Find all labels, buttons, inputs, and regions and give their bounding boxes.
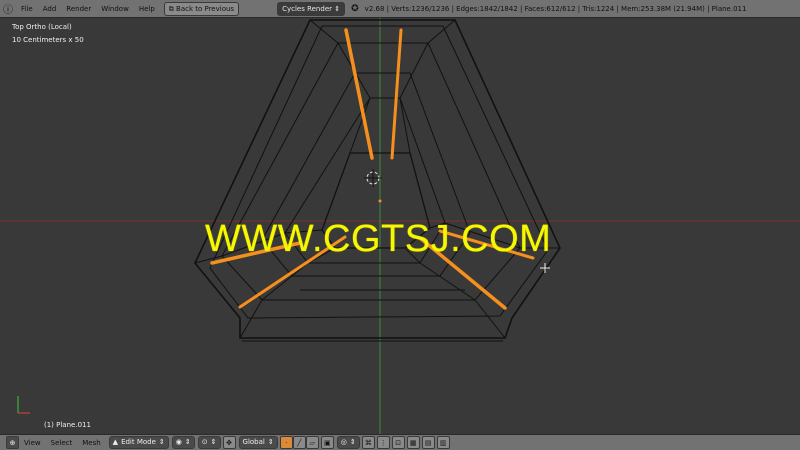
pivot-dropdown[interactable]: ⊙ ⇕ [197,436,221,449]
editor-type-icon[interactable]: ⓘ [0,0,16,18]
proportional-edit-dropdown[interactable]: ◎ ⇕ [336,436,360,449]
menu-help[interactable]: Help [134,5,160,13]
menu-select[interactable]: Select [46,439,78,447]
render-still-icon[interactable]: ▦ [406,436,420,449]
layers-icon[interactable]: ▥ [436,436,450,449]
render-engine-label: Cycles Render [282,4,333,13]
view-name: Top Ortho (Local) [12,23,72,31]
editor-type-icon[interactable]: ⊕ [6,436,19,449]
watermark-text: WWW.CGTSJ.COM [205,218,552,260]
shading-dropdown[interactable]: ◉ ⇕ [171,436,195,449]
scene-stats: v2.68 | Verts:1236/1236 | Edges:1842/184… [364,4,747,13]
pivot-icon: ⊙ [201,438,208,446]
back-to-previous-label: Back to Previous [176,4,235,13]
manipulator-toggle-icon[interactable]: ✥ [222,436,236,449]
back-arrow-icon: ⧉ [168,4,177,13]
menu-render[interactable]: Render [61,5,96,13]
grid-scale: 10 Centimeters x 50 [12,36,84,44]
mode-label: Edit Mode [121,438,156,446]
vertex-select-icon[interactable]: · [279,436,293,449]
3d-viewport[interactable]: Top Ortho (Local) 10 Centimeters x 50 WW… [0,18,800,434]
snap-target-icon[interactable]: ⊡ [391,436,405,449]
shading-icon: ◉ [175,438,182,446]
menu-file[interactable]: File [16,5,38,13]
blender-logo-icon: ✪ [351,3,359,14]
active-object-label: (1) Plane.011 [44,421,91,429]
face-select-icon[interactable]: ▱ [305,436,319,449]
edge-select-icon[interactable]: ╱ [292,436,306,449]
menu-window[interactable]: Window [96,5,134,13]
proportional-edit-icon: ◎ [340,438,347,446]
menu-mesh[interactable]: Mesh [77,439,105,447]
orientation-label: Global [242,438,265,446]
chevron-down-icon: ⇕ [267,438,274,446]
snap-toggle-icon[interactable]: ⌘ [361,436,375,449]
chevron-down-icon: ⇕ [334,4,341,13]
3d-view-header: ⊕ View Select Mesh ▲ Edit Mode ⇕ ◉ ⇕ ⊙ ⇕ ✥ G… [0,434,800,450]
chevron-down-icon: ⇕ [349,438,356,446]
render-animation-icon[interactable]: ▤ [421,436,435,449]
chevron-down-icon: ⇕ [158,438,165,446]
orientation-dropdown[interactable]: Global ⇕ [238,436,278,449]
chevron-down-icon: ⇕ [210,438,217,446]
mesh-wireframe [194,19,561,342]
object-origin [378,199,382,203]
edit-mode-icon: ▲ [112,438,119,446]
axis-gizmo-icon [17,396,30,414]
render-engine-dropdown[interactable]: Cycles Render ⇕ [277,1,346,16]
limit-selection-icon[interactable]: ▣ [320,436,334,449]
menu-add[interactable]: Add [38,5,62,13]
mode-dropdown[interactable]: ▲ Edit Mode ⇕ [108,436,169,449]
back-to-previous-button[interactable]: ⧉ Back to Previous [163,1,240,16]
menu-view[interactable]: View [19,439,46,447]
snap-element-icon[interactable]: ⋮ [376,436,390,449]
info-header: ⓘ File Add Render Window Help ⧉ Back to … [0,0,800,18]
chevron-down-icon: ⇕ [184,438,191,446]
3d-cursor-icon[interactable] [364,169,382,187]
